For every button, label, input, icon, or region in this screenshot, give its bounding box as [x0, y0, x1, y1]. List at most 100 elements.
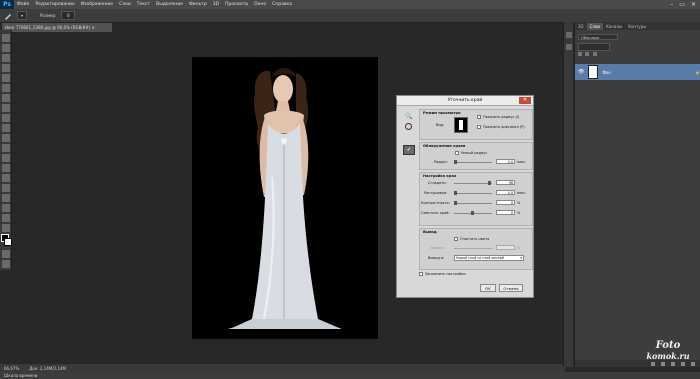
brush-tool-icon[interactable] [4, 12, 12, 20]
menu-file[interactable]: Файл [14, 2, 32, 7]
show-radius-checkbox[interactable] [477, 115, 481, 119]
lock-all-icon[interactable] [592, 52, 597, 56]
smart-radius-checkbox[interactable] [455, 151, 459, 155]
screen-mode-icon[interactable] [2, 260, 10, 268]
hand-tool-icon[interactable] [2, 214, 10, 222]
smooth-slider[interactable] [454, 181, 492, 185]
feather-label: Растушевка: [424, 191, 448, 195]
cancel-button[interactable]: Отмена [499, 284, 523, 292]
shift-edge-slider-knob[interactable] [471, 211, 474, 215]
brush-tool-icon[interactable] [2, 104, 10, 112]
move-tool-icon[interactable] [2, 34, 10, 42]
quick-mask-icon[interactable] [2, 250, 10, 258]
eyedropper-tool-icon[interactable] [2, 84, 10, 92]
close-window-button[interactable]: ✕ [691, 1, 696, 8]
smooth-input[interactable]: 98 [496, 180, 515, 185]
crop-tool-icon[interactable] [2, 74, 10, 82]
amount-label: Эффект: [430, 246, 446, 250]
view-mode-section: Режим просмотра Вид: Показать радиус (J)… [419, 109, 533, 140]
output-to-select[interactable]: Новый слой со слой-маской ▾ [454, 255, 524, 261]
smooth-slider-knob[interactable] [488, 181, 492, 185]
pen-tool-icon[interactable] [2, 174, 10, 182]
menu-help[interactable]: Справка [269, 2, 295, 7]
dodge-tool-icon[interactable] [2, 164, 10, 172]
menu-view[interactable]: Просмотр [222, 2, 251, 7]
eraser-tool-icon[interactable] [2, 134, 10, 142]
lock-controls [578, 52, 638, 58]
timeline-label[interactable]: Шкала времени [4, 373, 37, 378]
feather-slider-knob[interactable] [454, 191, 457, 195]
brush-preset-picker[interactable]: ▾ [17, 11, 27, 20]
output-title: Вывод [423, 230, 437, 234]
hand-tool-icon[interactable] [405, 123, 412, 130]
menu-window[interactable]: Окно [251, 2, 269, 7]
radius-input[interactable]: 0,0 [496, 159, 515, 164]
contrast-slider-knob[interactable] [454, 201, 457, 205]
menu-filter[interactable]: Фильтр [186, 2, 210, 7]
tab-paths[interactable]: Контуры [625, 23, 649, 30]
show-original-checkbox[interactable] [477, 125, 481, 129]
collapsed-panels-strip [563, 22, 573, 367]
feather-slider[interactable] [454, 191, 492, 195]
clone-stamp-tool-icon[interactable] [2, 114, 10, 122]
dialog-close-button[interactable]: ✕ [519, 97, 531, 104]
shift-edge-slider[interactable] [454, 211, 492, 215]
shift-edge-input[interactable]: 0 [496, 210, 515, 215]
amount-slider[interactable] [454, 248, 492, 249]
menu-layers[interactable]: Слои [116, 2, 134, 7]
menu-select[interactable]: Выделение [153, 2, 186, 7]
lock-position-icon[interactable] [585, 52, 590, 56]
layer-row[interactable]: 👁 Фон 🔒 [575, 64, 700, 80]
path-select-tool-icon[interactable] [2, 194, 10, 202]
decontaminate-checkbox[interactable] [454, 237, 458, 241]
document-info[interactable]: Док: 2,14M/2,14M [29, 366, 66, 371]
history-brush-tool-icon[interactable] [2, 124, 10, 132]
ok-button[interactable]: OK [480, 284, 496, 292]
history-panel-icon[interactable] [566, 32, 572, 38]
adjust-edge-title: Настройка края [423, 174, 457, 178]
tab-channels[interactable]: Каналы [603, 23, 625, 30]
visibility-eye-icon[interactable]: 👁 [578, 69, 584, 75]
lock-icon[interactable] [578, 52, 582, 56]
view-mode-thumbnail[interactable] [454, 117, 468, 133]
output-to-label: Вывод в: [428, 256, 445, 260]
layer-name[interactable]: Фон [602, 70, 611, 75]
gradient-tool-icon[interactable] [2, 144, 10, 152]
type-tool-icon[interactable] [2, 184, 10, 192]
zoom-tool-icon[interactable]: 🔍 [405, 113, 412, 120]
healing-tool-icon[interactable] [2, 94, 10, 102]
zoom-level[interactable]: 66,67% [4, 366, 19, 371]
tab-3d[interactable]: 3D [575, 23, 587, 30]
layer-filter-select[interactable]: Обычные [578, 34, 618, 40]
radius-slider[interactable] [454, 160, 492, 164]
contrast-unit: % [517, 201, 521, 205]
zoom-tool-icon[interactable] [2, 224, 10, 232]
menu-edit[interactable]: Редактирование [32, 2, 77, 7]
maximize-button[interactable]: ▭ [679, 1, 685, 8]
menu-type[interactable]: Текст [134, 2, 153, 7]
contrast-slider[interactable] [454, 201, 492, 205]
blur-tool-icon[interactable] [2, 154, 10, 162]
blend-mode-select[interactable] [578, 43, 610, 51]
tab-layers[interactable]: Слои [586, 22, 604, 30]
photo-canvas[interactable] [192, 57, 378, 339]
menu-image[interactable]: Изображение [78, 2, 116, 7]
contrast-input[interactable]: 0 [496, 200, 515, 205]
background-color-swatch[interactable] [4, 238, 12, 246]
lasso-tool-icon[interactable] [2, 54, 10, 62]
minimize-button[interactable]: – [670, 1, 673, 8]
amount-unit: % [517, 246, 521, 250]
amount-input[interactable] [496, 245, 515, 250]
document-tab[interactable]: Hero 770661_5380.jpg @ 66,6% (RGB/8#) × [2, 23, 112, 32]
radius-slider-knob[interactable] [454, 160, 457, 164]
remember-settings-checkbox[interactable] [419, 272, 423, 276]
shape-tool-icon[interactable] [2, 204, 10, 212]
refine-radius-brush-icon[interactable]: ✔ [403, 145, 415, 155]
properties-panel-icon[interactable] [566, 44, 572, 50]
edge-detection-section: Обнаружение краев Умный радиус Радиус: 0… [419, 142, 533, 170]
quick-select-tool-icon[interactable] [2, 64, 10, 72]
marquee-tool-icon[interactable] [2, 44, 10, 52]
menu-3d[interactable]: 3D [210, 2, 222, 7]
brush-size-input[interactable]: 8 [61, 11, 76, 20]
feather-input[interactable]: 0,0 [496, 190, 515, 195]
